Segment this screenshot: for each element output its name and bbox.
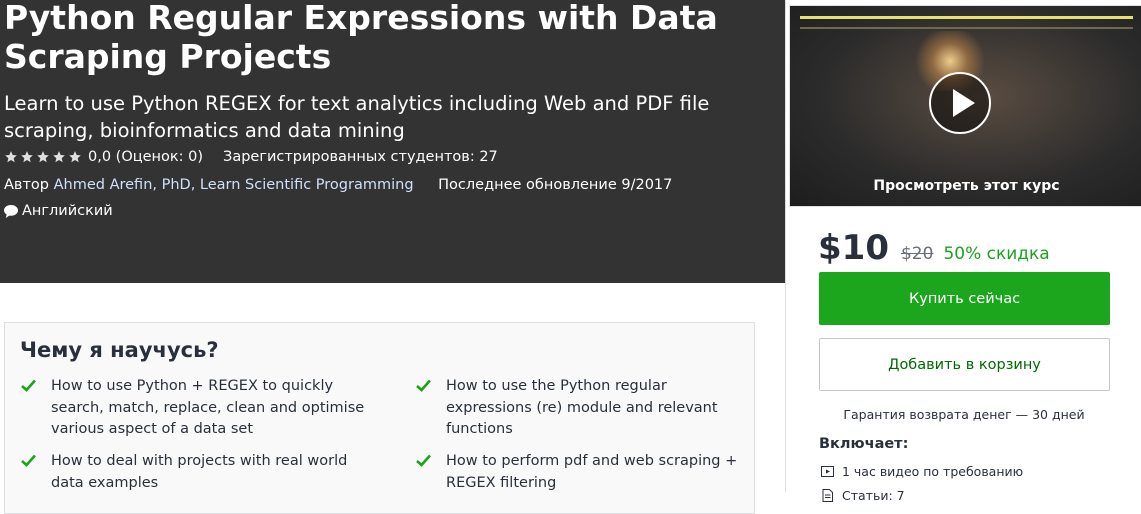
what-you-will-learn: Чему я научусь? How to use Python + REGE… xyxy=(4,322,755,514)
includes-title: Включает: xyxy=(819,436,909,452)
author-row: Автор Ahmed Arefin, PhD, Learn Scientifi… xyxy=(4,177,672,193)
play-icon[interactable] xyxy=(928,71,992,135)
star-icon xyxy=(68,150,82,164)
original-price: $20 xyxy=(900,244,934,264)
star-icon xyxy=(52,150,66,164)
includes-list: 1 час видео по требованию Статьи: 7 xyxy=(821,459,1023,507)
star-icon xyxy=(36,150,50,164)
discount-badge: 50% скидка xyxy=(943,244,1050,264)
last-updated: Последнее обновление 9/2017 xyxy=(438,177,673,193)
learn-item: How to use the Python regular expression… xyxy=(446,378,718,437)
learn-item: How to use Python + REGEX to quickly sea… xyxy=(51,378,365,437)
money-back-guarantee: Гарантия возврата денег — 30 дней xyxy=(843,407,1085,422)
add-to-cart-button[interactable]: Добавить в корзину xyxy=(819,338,1110,391)
rating-stars xyxy=(4,150,82,164)
course-header: Python Regular Expressions with Data Scr… xyxy=(0,0,785,283)
course-title: Python Regular Expressions with Data Scr… xyxy=(4,0,718,76)
comment-icon xyxy=(4,204,18,218)
learn-title: Чему я научусь? xyxy=(20,338,219,362)
includes-item-text: Статьи: 7 xyxy=(842,487,905,503)
star-icon xyxy=(4,150,18,164)
author-link[interactable]: Ahmed Arefin, PhD, Learn Scientific Prog… xyxy=(54,177,414,193)
check-icon xyxy=(21,379,36,392)
author-prefix: Автор xyxy=(4,177,49,193)
buy-now-button[interactable]: Купить сейчас xyxy=(819,272,1110,325)
video-icon xyxy=(821,465,834,478)
purchase-sidebar: Просмотреть этот курс $10 $20 50% скидка… xyxy=(785,0,1141,503)
check-icon xyxy=(416,379,431,392)
check-icon xyxy=(416,454,431,467)
current-price: $10 xyxy=(818,228,889,268)
preview-decoration xyxy=(800,16,1133,29)
rating-row: 0,0 (Оценок: 0) Зарегистрированных студе… xyxy=(4,149,498,165)
language-row: Английский xyxy=(4,203,113,219)
list-item: 1 час видео по требованию xyxy=(821,459,1023,483)
check-icon xyxy=(21,454,36,467)
learn-item: How to perform pdf and web scraping + RE… xyxy=(446,453,738,491)
learn-item: How to deal with projects with real worl… xyxy=(51,453,348,491)
course-language: Английский xyxy=(22,203,113,219)
list-item: Статьи: 7 xyxy=(821,483,1023,507)
star-icon xyxy=(20,150,34,164)
students-count: Зарегистрированных студентов: 27 xyxy=(223,149,498,165)
includes-item-text: 1 час видео по требованию xyxy=(842,463,1024,479)
rating-text: 0,0 (Оценок: 0) xyxy=(88,149,204,165)
article-icon xyxy=(821,488,834,502)
course-preview-video[interactable]: Просмотреть этот курс xyxy=(789,5,1141,207)
price-row: $10 $20 50% скидка xyxy=(818,228,1050,268)
course-subtitle: Learn to use Python REGEX for text analy… xyxy=(4,92,710,142)
preview-caption[interactable]: Просмотреть этот курс xyxy=(790,178,1141,194)
